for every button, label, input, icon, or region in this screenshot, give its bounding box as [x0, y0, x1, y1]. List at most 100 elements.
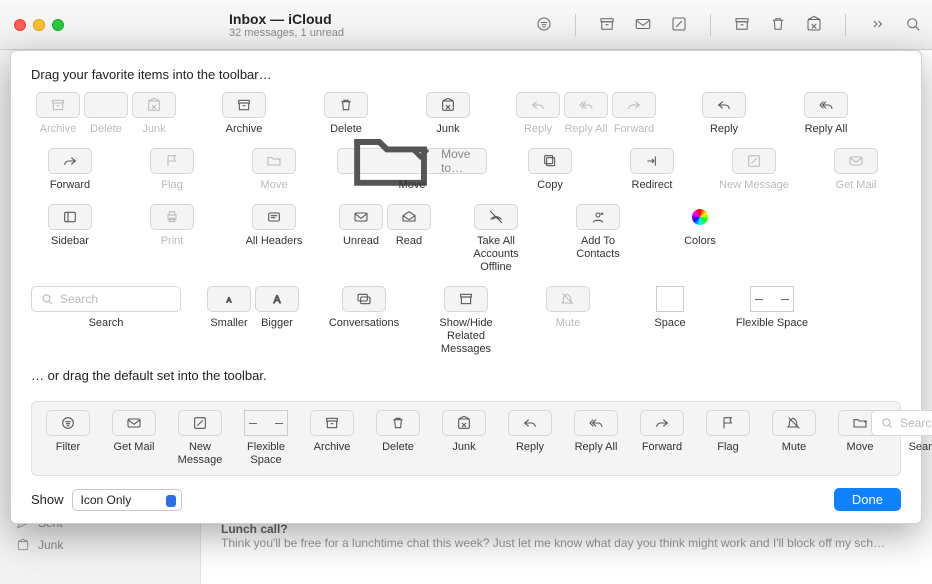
tool-unread_read[interactable]: UnreadRead — [337, 204, 433, 274]
tool-d_forward[interactable]: Forward — [636, 410, 688, 454]
tool-contacts[interactable]: Add To Contacts — [559, 204, 637, 274]
redirect-button[interactable] — [630, 148, 674, 174]
tool-d_flex[interactable]: Flexible Space — [240, 410, 292, 467]
print-button[interactable] — [150, 204, 194, 230]
tool-d_flag[interactable]: Flag — [702, 410, 754, 454]
tool-flexspace[interactable]: Flexible Space — [733, 286, 811, 356]
trash-button[interactable] — [376, 410, 420, 436]
tool-newmsg[interactable]: New Message — [715, 148, 793, 192]
tool-move_dd[interactable]: Move — [235, 148, 313, 192]
archive-icon[interactable] — [598, 15, 616, 36]
related-button[interactable] — [444, 286, 488, 312]
tool-forward[interactable]: Forward — [31, 148, 109, 192]
tool-search[interactable]: SearchSearch — [31, 286, 181, 356]
envelope-button[interactable] — [112, 410, 156, 436]
tool-allheaders[interactable]: All Headers — [235, 204, 313, 274]
compose-button[interactable] — [732, 148, 776, 174]
bigger-button[interactable]: A — [255, 286, 299, 312]
replyall-button[interactable] — [804, 92, 848, 118]
colors-icon[interactable] — [678, 204, 722, 230]
envelope-button[interactable] — [834, 148, 878, 174]
tool-d_search[interactable]: SearchSearch — [900, 410, 932, 454]
tool-d_filter[interactable]: Filter — [42, 410, 94, 454]
tool-related[interactable]: Show/Hide Related Messages — [427, 286, 505, 356]
done-button[interactable]: Done — [834, 488, 901, 511]
mute-button[interactable] — [772, 410, 816, 436]
junk-button[interactable] — [132, 92, 176, 118]
tool-d_replyall[interactable]: Reply All — [570, 410, 622, 454]
contact-button[interactable] — [576, 204, 620, 230]
forward-button[interactable] — [640, 410, 684, 436]
filter-icon[interactable] — [535, 15, 553, 36]
tool-print[interactable]: Print — [133, 204, 211, 274]
minimize-icon[interactable] — [33, 19, 45, 31]
close-icon[interactable] — [14, 19, 26, 31]
tool-offline[interactable]: Take All Accounts Offline — [457, 204, 535, 274]
tool-group_archive[interactable]: ArchiveDeleteJunk — [31, 92, 181, 136]
filter-button[interactable] — [46, 410, 90, 436]
chevrons-icon[interactable] — [868, 15, 886, 36]
junk-icon[interactable] — [805, 15, 823, 36]
forward-button[interactable] — [48, 148, 92, 174]
tool-d_delete[interactable]: Delete — [372, 410, 424, 454]
search-field[interactable]: Search — [871, 410, 932, 436]
tool-conversations[interactable]: Conversations — [325, 286, 403, 356]
tool-flag[interactable]: Flag — [133, 148, 211, 192]
tool-group_reply[interactable]: ReplyReply AllForward — [511, 92, 661, 136]
compose-button[interactable] — [178, 410, 222, 436]
trash-button[interactable] — [324, 92, 368, 118]
read-button[interactable] — [387, 204, 431, 230]
flag-button[interactable] — [706, 410, 750, 436]
move-to-field[interactable]: Move to… — [337, 148, 487, 174]
tool-smaller_bigger[interactable]: AASmallerBigger — [205, 286, 301, 356]
sidebar-button[interactable] — [48, 204, 92, 230]
tool-d_reply[interactable]: Reply — [504, 410, 556, 454]
tool-redirect[interactable]: Redirect — [613, 148, 691, 192]
tool-d_junk[interactable]: Junk — [438, 410, 490, 454]
maximize-icon[interactable] — [52, 19, 64, 31]
flexible-space-icon[interactable] — [244, 410, 288, 436]
forward-button[interactable] — [612, 92, 656, 118]
archive2-icon[interactable] — [733, 15, 751, 36]
offline-button[interactable] — [474, 204, 518, 230]
tool-reply_all[interactable]: Reply All — [787, 92, 865, 136]
unread-button[interactable] — [339, 204, 383, 230]
flexible-space-icon[interactable] — [750, 286, 794, 312]
trash-icon[interactable] — [769, 15, 787, 36]
tool-sidebar[interactable]: Sidebar — [31, 204, 109, 274]
envelope-icon[interactable] — [634, 15, 652, 36]
replyall-button[interactable] — [574, 410, 618, 436]
window-controls[interactable] — [14, 19, 64, 31]
delete-button[interactable] — [84, 92, 128, 118]
tool-reply[interactable]: Reply — [685, 92, 763, 136]
search-field[interactable]: Search — [31, 286, 181, 312]
tool-space[interactable]: Space — [631, 286, 709, 356]
space-icon[interactable] — [656, 286, 684, 312]
reply-button[interactable] — [702, 92, 746, 118]
tool-d_getmail[interactable]: Get Mail — [108, 410, 160, 454]
default-toolbar-strip[interactable]: Filter Get Mail New Message Flexible Space A… — [31, 401, 901, 476]
compose-icon[interactable] — [670, 15, 688, 36]
tool-moveto[interactable]: Move to…Move — [337, 148, 487, 192]
conv-button[interactable] — [342, 286, 386, 312]
reply-button[interactable] — [508, 410, 552, 436]
tool-getmail[interactable]: Get Mail — [817, 148, 895, 192]
junk-button[interactable] — [442, 410, 486, 436]
search-icon[interactable] — [904, 15, 922, 36]
folderdd-button[interactable] — [252, 148, 296, 174]
tool-archive[interactable]: Archive — [205, 92, 283, 136]
headers-button[interactable] — [252, 204, 296, 230]
archive-button[interactable] — [222, 92, 266, 118]
tool-d_mute[interactable]: Mute — [768, 410, 820, 454]
tool-colors[interactable]: Colors — [661, 204, 739, 274]
archive-button[interactable] — [310, 410, 354, 436]
flag-button[interactable] — [150, 148, 194, 174]
reply-all-button[interactable] — [564, 92, 608, 118]
tool-d_archive[interactable]: Archive — [306, 410, 358, 454]
copy-button[interactable] — [528, 148, 572, 174]
tool-d_newmsg[interactable]: New Message — [174, 410, 226, 467]
tool-mute[interactable]: Mute — [529, 286, 607, 356]
archive-button[interactable] — [36, 92, 80, 118]
mute-button[interactable] — [546, 286, 590, 312]
reply-button[interactable] — [516, 92, 560, 118]
